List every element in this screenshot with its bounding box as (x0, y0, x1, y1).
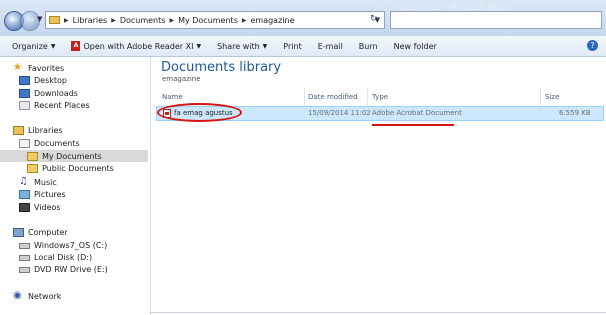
music-icon: ♫ (19, 176, 28, 187)
folder-icon (49, 16, 60, 24)
computer-icon (13, 228, 24, 237)
new-folder-button[interactable]: New folder (394, 42, 437, 51)
nav-public-documents[interactable]: Public Documents (27, 164, 114, 173)
folder-icon (27, 164, 38, 173)
chevron-down-icon: ▼ (262, 42, 268, 50)
nav-recent-places[interactable]: Recent Places (19, 101, 90, 110)
navigation-pane: ★ Favorites Desktop Downloads Recent Pla… (0, 57, 151, 315)
annotation-underline (372, 124, 454, 126)
file-type: Adobe Acrobat Document (372, 109, 462, 117)
column-header-date[interactable]: Date modified (308, 88, 358, 106)
nav-libraries-label: Libraries (28, 126, 63, 135)
nav-pictures-label: Pictures (34, 190, 66, 199)
library-title: Documents library (161, 60, 282, 75)
nav-computer-label: Computer (28, 228, 68, 237)
search-input[interactable] (390, 11, 602, 29)
nav-documents[interactable]: Documents (19, 139, 80, 148)
nav-desktop-label: Desktop (34, 76, 67, 85)
hard-drive-icon (19, 242, 30, 249)
share-with-button[interactable]: Share with ▼ (217, 42, 267, 51)
adobe-reader-icon: A (71, 41, 81, 51)
dvd-drive-icon (19, 266, 30, 273)
nav-drive-e[interactable]: DVD RW Drive (E:) (19, 265, 108, 274)
chevron-down-icon: ▼ (196, 42, 202, 50)
nav-desktop[interactable]: Desktop (19, 76, 67, 85)
nav-favorites-label: Favorites (28, 63, 65, 73)
breadcrumb-documents[interactable]: Documents (120, 16, 166, 25)
pane-divider (150, 312, 606, 313)
organize-label: Organize (12, 41, 48, 51)
nav-videos-label: Videos (34, 203, 61, 212)
library-subtitle[interactable]: emagazine (162, 75, 201, 83)
network-icon: ◉ (13, 290, 22, 301)
share-with-label: Share with (217, 41, 260, 51)
nav-my-documents-label: My Documents (42, 151, 102, 161)
help-icon[interactable]: ? (587, 40, 598, 51)
nav-computer[interactable]: Computer (13, 228, 68, 237)
nav-downloads-label: Downloads (34, 89, 78, 98)
folder-icon (27, 151, 38, 161)
burn-button[interactable]: Burn (359, 42, 378, 51)
column-header-size[interactable]: Size (545, 88, 559, 106)
star-icon: ★ (13, 62, 22, 73)
nav-public-documents-label: Public Documents (42, 164, 114, 173)
nav-drive-d-label: Local Disk (D:) (34, 253, 93, 262)
nav-downloads[interactable]: Downloads (19, 89, 78, 98)
organize-button[interactable]: Organize ▼ (12, 42, 55, 51)
column-header-type[interactable]: Type (372, 88, 388, 106)
file-size: 6.559 KB (559, 109, 591, 117)
hard-drive-icon (19, 254, 30, 261)
nav-drive-c[interactable]: Windows7_OS (C:) (19, 241, 107, 250)
annotation-oval (157, 103, 242, 122)
nav-my-documents[interactable]: My Documents (0, 150, 148, 162)
email-button[interactable]: E-mail (318, 42, 343, 51)
desktop-icon (19, 76, 30, 85)
recent-pages-dropdown[interactable]: ▼ (37, 15, 42, 23)
print-button[interactable]: Print (283, 42, 301, 51)
title-bar: Documents - Microsoft Word ← → ▼ ▶ Libra… (0, 0, 606, 37)
nav-drive-c-label: Windows7_OS (C:) (34, 241, 108, 250)
open-with-label: Open with Adobe Reader XI (83, 41, 194, 51)
breadcrumb-my-documents[interactable]: My Documents (178, 16, 238, 25)
nav-drive-e-label: DVD RW Drive (E:) (34, 265, 108, 274)
nav-network-label: Network (28, 291, 62, 301)
pictures-icon (19, 190, 30, 199)
libraries-icon (13, 126, 24, 135)
command-toolbar: Organize ▼ A Open with Adobe Reader XI ▼… (0, 36, 606, 57)
nav-documents-label: Documents (34, 139, 80, 148)
file-date: 15/09/2014 11:02 (308, 109, 371, 117)
chevron-right-icon[interactable]: ▶ (111, 17, 116, 24)
open-with-button[interactable]: A Open with Adobe Reader XI ▼ (71, 41, 201, 51)
breadcrumb-emagazine[interactable]: emagazine (250, 16, 294, 25)
nav-libraries[interactable]: Libraries (13, 126, 63, 135)
address-bar[interactable]: ▶ Libraries ▶ Documents ▶ My Documents ▶… (45, 11, 385, 29)
nav-favorites[interactable]: ★ Favorites (13, 63, 64, 73)
downloads-icon (19, 89, 30, 98)
refresh-icon[interactable]: ↻ (370, 14, 378, 24)
nav-pictures[interactable]: Pictures (19, 190, 66, 199)
recent-places-icon (19, 101, 30, 110)
nav-network[interactable]: ◉ Network (13, 291, 61, 301)
nav-music[interactable]: ♫ Music (19, 177, 57, 187)
nav-recent-label: Recent Places (34, 101, 90, 110)
nav-music-label: Music (34, 177, 57, 187)
documents-icon (19, 139, 30, 148)
breadcrumb-libraries[interactable]: Libraries (73, 16, 108, 25)
column-divider[interactable] (304, 88, 305, 106)
column-divider[interactable] (540, 88, 541, 106)
nav-videos[interactable]: Videos (19, 203, 61, 212)
chevron-right-icon[interactable]: ▶ (242, 17, 247, 24)
nav-drive-d[interactable]: Local Disk (D:) (19, 253, 92, 262)
chevron-right-icon[interactable]: ▶ (64, 17, 69, 24)
column-divider[interactable] (367, 88, 368, 106)
chevron-right-icon[interactable]: ▶ (169, 17, 174, 24)
videos-icon (19, 203, 30, 212)
chevron-down-icon: ▼ (50, 42, 56, 50)
